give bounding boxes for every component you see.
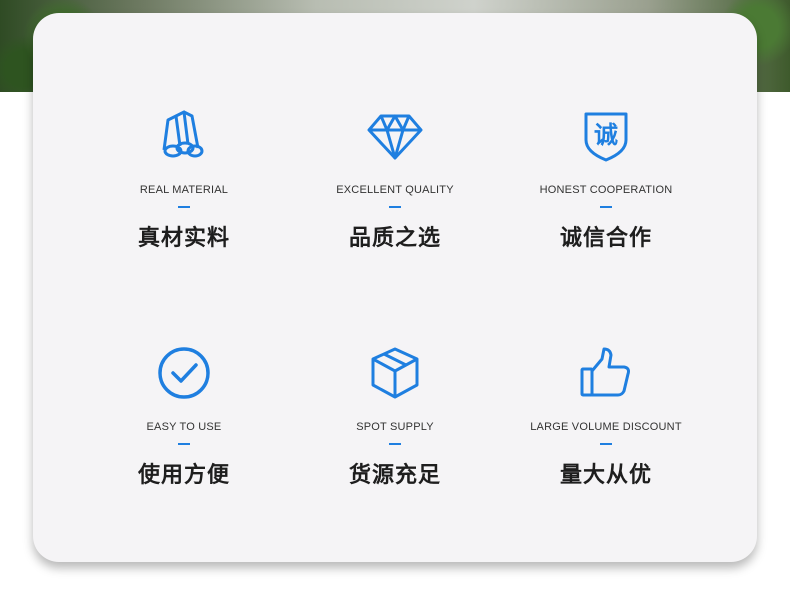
feature-real-material: REAL MATERIAL 真材实料: [74, 106, 294, 256]
feature-english-label: SPOT SUPPLY: [356, 421, 434, 433]
feature-chinese-title: 使用方便: [137, 463, 230, 488]
feature-excellent-quality: EXCELLENT QUALITY 品质之选: [285, 106, 505, 256]
feature-chinese-title: 诚信合作: [559, 226, 652, 251]
box-icon: [365, 343, 425, 403]
thumbs-up-icon: [576, 343, 636, 403]
feature-english-label: LARGE VOLUME DISCOUNT: [530, 421, 682, 433]
feature-english-label: EXCELLENT QUALITY: [336, 184, 454, 196]
diamond-icon: [365, 106, 425, 166]
accent-dash: [389, 206, 401, 208]
shield-badge-icon: 诚: [576, 106, 636, 166]
features-card: REAL MATERIAL 真材实料 EXCELLENT QUALITY 品质之…: [33, 13, 757, 562]
feature-volume-discount: LARGE VOLUME DISCOUNT 量大从优: [496, 343, 716, 493]
check-circle-icon: [154, 343, 214, 403]
feature-english-label: REAL MATERIAL: [139, 184, 229, 196]
pipes-icon: [154, 106, 214, 166]
feature-chinese-title: 量大从优: [559, 463, 652, 488]
accent-dash: [600, 206, 612, 208]
feature-chinese-title: 真材实料: [137, 226, 230, 251]
accent-dash: [178, 206, 190, 208]
feature-chinese-title: 品质之选: [348, 226, 441, 251]
feature-easy-to-use: EASY TO USE 使用方便: [74, 343, 294, 493]
feature-spot-supply: SPOT SUPPLY 货源充足: [285, 343, 505, 493]
accent-dash: [389, 443, 401, 445]
badge-character: 诚: [594, 121, 618, 149]
accent-dash: [178, 443, 190, 445]
feature-english-label: EASY TO USE: [146, 421, 222, 433]
feature-chinese-title: 货源充足: [348, 463, 441, 488]
feature-honest-cooperation: 诚 HONEST COOPERATION 诚信合作: [496, 106, 716, 256]
feature-english-label: HONEST COOPERATION: [539, 184, 673, 196]
accent-dash: [600, 443, 612, 445]
